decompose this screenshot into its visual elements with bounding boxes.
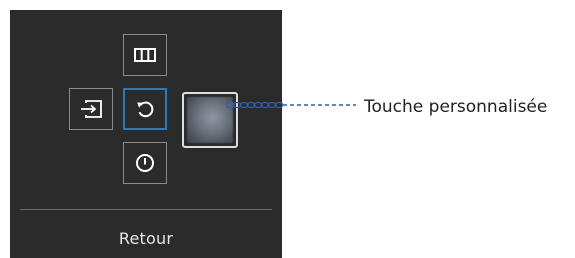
source-input-icon (80, 100, 102, 118)
callout-leader-line (226, 101, 356, 109)
divider (20, 209, 272, 210)
callout-label: Touche personnalisée (364, 97, 548, 117)
source-input-button[interactable] (69, 88, 113, 130)
osd-menu-panel: Retour (10, 10, 282, 258)
power-icon (135, 153, 155, 173)
return-icon (135, 99, 155, 119)
power-button[interactable] (123, 142, 167, 184)
footer-label-retour: Retour (118, 229, 174, 248)
return-button[interactable] (123, 88, 167, 130)
picture-mode-button[interactable] (123, 34, 167, 76)
picture-mode-icon (134, 48, 156, 62)
